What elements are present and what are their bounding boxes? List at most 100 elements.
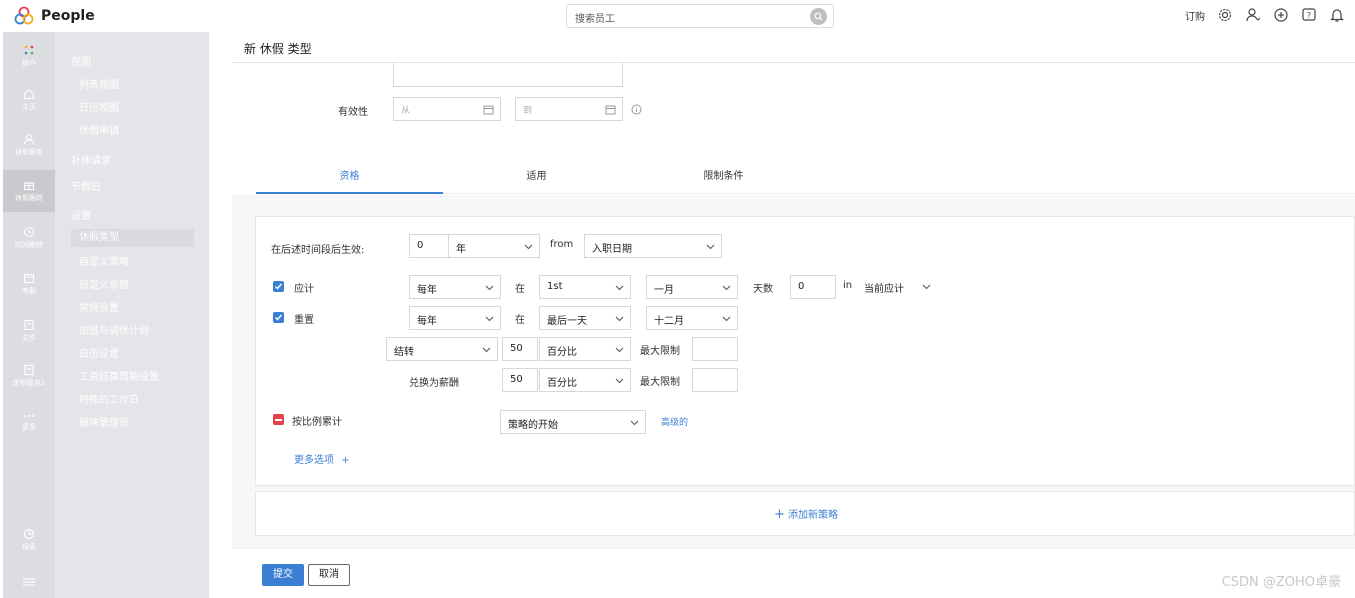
carry-max-limit-field[interactable]	[692, 337, 738, 361]
carry-forward-amount: 50	[510, 343, 523, 354]
days-field[interactable]: 0	[790, 275, 836, 299]
chart-icon	[23, 528, 35, 540]
subnav-special-workday[interactable]: 特殊的工作日	[79, 391, 139, 406]
gear-icon[interactable]	[1217, 7, 1233, 23]
bell-icon[interactable]	[1329, 7, 1345, 23]
validity-to-field[interactable]: 到	[515, 97, 623, 121]
from-label: from	[550, 239, 574, 250]
rail-item-self-service[interactable]: 自助服务	[3, 133, 55, 157]
app-logo[interactable]: People	[13, 5, 95, 27]
subnav-comp-off[interactable]: 补休请求	[71, 152, 111, 167]
search-input[interactable]: 搜索员工	[575, 10, 615, 25]
search-box[interactable]: 搜索员工	[566, 4, 834, 28]
prorate-select[interactable]: 策略的开始	[500, 410, 646, 434]
add-policy-label: 添加新策略	[788, 510, 839, 521]
rail-item-operations[interactable]: 操作	[3, 44, 55, 68]
carry-forward-select[interactable]: 结转	[386, 337, 498, 361]
more-options-label: 更多选项	[294, 455, 334, 466]
effective-value-field[interactable]: 0	[409, 234, 449, 258]
subnav-list-view[interactable]: 列表视图	[79, 76, 119, 91]
file-icon	[24, 364, 34, 376]
in-select[interactable]: 当前应计	[859, 275, 931, 299]
effective-after-label: 在后述时间段后生效:	[271, 245, 365, 256]
reset-day-select[interactable]: 最后一天	[539, 306, 631, 330]
add-policy-card: + 添加新策略	[255, 491, 1355, 536]
chevron-down-icon	[615, 285, 624, 291]
advanced-link[interactable]: 高级的	[661, 415, 688, 428]
chevron-down-icon	[615, 378, 624, 384]
rail-item-attendance[interactable]: 考勤	[3, 272, 55, 296]
subnav-leave-types[interactable]: 休假类型	[71, 229, 194, 247]
encash-unit-select[interactable]: 百分比	[539, 368, 631, 392]
rail-item-leave[interactable]: 休假跟踪	[3, 170, 55, 212]
tab-eligibility[interactable]: 资格	[256, 167, 443, 182]
subnav-module-admin[interactable]: 模块管理员	[79, 414, 129, 429]
rail-label: 考勤	[22, 287, 36, 295]
rail-item-more[interactable]: 更多	[3, 412, 55, 432]
subnav-custom-policy[interactable]: 自定义策略	[79, 253, 129, 268]
rail-item-home[interactable]: 主页	[3, 88, 55, 112]
effective-unit-select[interactable]: 年	[448, 234, 540, 258]
subnav-custom-balance[interactable]: 自定义余额	[79, 276, 129, 291]
people-logo-icon	[14, 6, 34, 25]
chevron-down-icon	[722, 316, 731, 322]
subscribe-link[interactable]: 订购	[1185, 8, 1205, 23]
submit-button[interactable]: 提交	[262, 564, 304, 586]
rail-collapse-button[interactable]	[3, 577, 55, 589]
app-name: People	[41, 8, 95, 24]
reset-month-select[interactable]: 十二月	[646, 306, 738, 330]
carry-forward-unit-select[interactable]: 百分比	[539, 337, 631, 361]
subnav-section-views: 视图	[71, 57, 91, 68]
top-actions: 订购 ?	[1185, 7, 1345, 23]
rail-item-time[interactable]: 时间跟踪	[3, 226, 55, 250]
accrual-frequency-select[interactable]: 每年	[409, 275, 501, 299]
top-bar: People 搜索员工 订购 ?	[0, 0, 1355, 32]
search-icon[interactable]	[810, 8, 827, 25]
tab-applicable[interactable]: 适用	[443, 167, 630, 182]
home-icon	[23, 89, 35, 100]
description-field[interactable]	[393, 63, 623, 87]
tab-restrictions[interactable]: 限制条件	[630, 167, 817, 182]
subnav-general-settings[interactable]: 常规设置	[79, 299, 119, 314]
accrual-day-select[interactable]: 1st	[539, 275, 631, 299]
carry-forward-field[interactable]: 50	[502, 337, 538, 361]
encash-label: 兑换为薪酬	[409, 378, 459, 389]
validity-from-field[interactable]: 从	[393, 97, 501, 121]
user-switch-icon[interactable]	[1245, 7, 1261, 23]
active-tab-indicator	[256, 192, 443, 194]
subnav-calendar-settings[interactable]: 日历设置	[79, 345, 119, 360]
prorate-toggle[interactable]	[273, 414, 284, 425]
subnav-payroll-settings[interactable]: 工资结算周期设置	[79, 368, 159, 383]
help-icon[interactable]: ?	[1301, 7, 1317, 23]
chevron-down-icon	[722, 285, 731, 291]
info-icon[interactable]	[631, 104, 642, 115]
user-icon	[23, 133, 35, 145]
accrual-month-select[interactable]: 一月	[646, 275, 738, 299]
effective-unit-value: 年	[456, 244, 466, 255]
rail-label: 自助服务	[15, 148, 43, 156]
from-select[interactable]: 入职日期	[584, 234, 722, 258]
accrual-at-label: 在	[515, 284, 525, 295]
reset-checkbox[interactable]	[273, 312, 284, 323]
rail-item-reports[interactable]: 报表	[3, 528, 55, 552]
calendar-icon[interactable]	[605, 104, 616, 115]
more-options-link[interactable]: 更多选项 +	[294, 451, 350, 466]
rail-item-files[interactable]: 文件	[3, 319, 55, 343]
encash-field[interactable]: 50	[502, 368, 538, 392]
add-policy-button[interactable]: + 添加新策略	[256, 506, 1355, 522]
cancel-button[interactable]: 取消	[308, 564, 350, 586]
chevron-down-icon	[524, 244, 533, 250]
chevron-down-icon	[482, 347, 491, 353]
encash-max-limit-field[interactable]	[692, 368, 738, 392]
subnav-holidays[interactable]: 节假日	[71, 178, 101, 193]
reset-frequency-select[interactable]: 每年	[409, 306, 501, 330]
reset-month-value: 十二月	[654, 316, 684, 327]
add-circle-icon[interactable]	[1273, 7, 1289, 23]
calendar-icon[interactable]	[483, 104, 494, 115]
subnav-overtime-plan[interactable]: 加班与调休计划	[79, 322, 149, 337]
svg-text:?: ?	[1307, 11, 1311, 20]
subnav-calendar-view[interactable]: 日历视图	[79, 99, 119, 114]
rail-item-custom-service[interactable]: 定制服务2	[3, 364, 55, 388]
subnav-leave-request[interactable]: 休假申请	[79, 122, 119, 137]
accrual-checkbox[interactable]	[273, 281, 284, 292]
